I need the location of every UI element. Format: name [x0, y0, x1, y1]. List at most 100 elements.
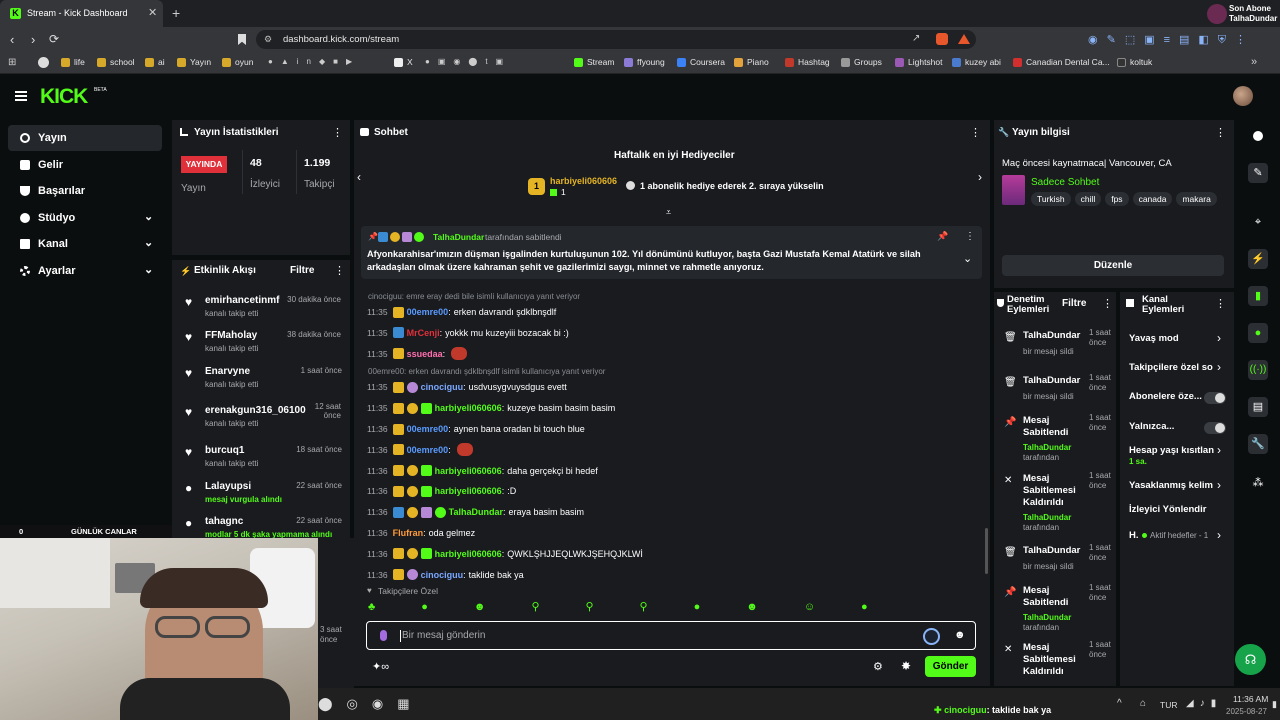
chat-message[interactable]: 11:36 Flufran: oda gelmez — [367, 526, 475, 540]
focus-icon[interactable]: ⌖ — [1248, 212, 1268, 232]
close-icon[interactable]: ✕ — [148, 6, 157, 19]
kick-logo[interactable]: KICK — [40, 85, 88, 109]
bookmark-life[interactable]: life — [61, 57, 85, 67]
bookmark-groups[interactable]: Groups — [841, 57, 882, 67]
more-options-icon[interactable]: ⋮ — [332, 126, 343, 139]
activity-user[interactable]: burcuq1 — [205, 445, 244, 456]
bookmark-koltuk[interactable]: koltuk — [1117, 57, 1152, 67]
nav-studyo[interactable]: Stüdyo ⌄ — [8, 205, 162, 231]
mod-action-by[interactable]: TalhaDundar — [1023, 443, 1071, 452]
chat-message[interactable]: 11:35 harbiyeli060606: kuzeye basim basim … — [367, 401, 615, 415]
edit-button[interactable]: Düzenle — [1002, 255, 1224, 276]
lightning-icon[interactable]: ⚡ — [1248, 249, 1268, 269]
mod-action-by[interactable]: TalhaDundar — [1023, 613, 1071, 622]
bookmark-school[interactable]: school — [97, 57, 135, 67]
mod-action-by[interactable]: TalhaDundar — [1023, 513, 1071, 522]
forward-icon[interactable]: › — [31, 32, 35, 47]
brave-rewards-icon[interactable] — [958, 34, 970, 44]
message-user[interactable]: 00emre00 — [407, 445, 449, 455]
assistant-icon[interactable] — [923, 628, 940, 645]
back-icon[interactable]: ‹ — [10, 32, 14, 47]
extension-icons[interactable]: ◉✎⬚▣≡▤◧⛨⋮ — [1088, 33, 1255, 47]
taskbar-app-icons[interactable]: ⬤◎◉▦ — [318, 696, 424, 712]
tag[interactable]: Turkish — [1031, 192, 1071, 206]
site-info-icon[interactable]: ⚙ — [264, 34, 272, 45]
chat-message[interactable]: 11:36 00emre00: — [367, 443, 473, 457]
message-user[interactable]: cinociguu — [421, 382, 464, 392]
category-name[interactable]: Sadece Sohbet — [1031, 177, 1099, 188]
next-arrow-icon[interactable]: › — [978, 170, 982, 184]
bookmark-icon-row[interactable]: ●▲in◆■▶ — [268, 57, 360, 66]
share-icon[interactable]: ↗ — [912, 33, 920, 44]
chat-message[interactable]: 11:36 cinociguu: taklide bak ya — [367, 568, 524, 582]
tag[interactable]: canada — [1132, 192, 1173, 206]
message-user[interactable]: TalhaDundar — [449, 507, 503, 517]
bookmark-canadian-dental[interactable]: Canadian Dental Ca... — [1013, 57, 1110, 67]
browser-tab[interactable]: K Stream - Kick Dashboard ✕ — [0, 0, 163, 27]
chat-bubble-icon[interactable]: ● — [1248, 323, 1268, 343]
pin-toggle-icon[interactable]: 📌 — [937, 231, 948, 242]
layout-icon[interactable]: ▤ — [1248, 397, 1268, 417]
tag[interactable]: chill — [1074, 192, 1102, 206]
nav-yayin[interactable]: Yayın — [8, 125, 162, 151]
chat-message[interactable]: 11:36 TalhaDundar: eraya basim basim — [367, 505, 584, 519]
address-bar[interactable]: ⚙ dashboard.kick.com/stream ↗ — [256, 30, 976, 49]
send-button[interactable]: Gönder — [925, 656, 976, 677]
mod-filter-button[interactable]: Filtre — [1062, 298, 1086, 309]
chat-settings-icon[interactable]: ⚙ — [873, 660, 883, 673]
user-avatar[interactable] — [1233, 86, 1253, 106]
toggle-switch[interactable] — [1204, 422, 1226, 434]
chrome-icon[interactable] — [38, 57, 49, 68]
tag[interactable]: fps — [1105, 192, 1129, 206]
message-user[interactable]: 00emre00 — [407, 307, 449, 317]
message-user[interactable]: ssuedaa — [407, 349, 443, 359]
chevron-down-icon[interactable]: ⌄ — [963, 252, 972, 265]
chat-message[interactable]: 11:36 harbiyeli060606: QWKLŞHJJEQLWKJŞEHQJ… — [367, 547, 643, 561]
info-circle-icon[interactable] — [1248, 126, 1268, 146]
apps-dots-icon[interactable]: ⁂ — [1248, 473, 1268, 493]
message-user[interactable]: Flufran — [393, 528, 424, 538]
tray-chevron-icon[interactable]: ^ — [1117, 698, 1122, 709]
scroll-down-chat-icon[interactable]: ⩡ — [666, 207, 671, 218]
more-bookmarks-icon[interactable]: » — [1251, 56, 1257, 68]
emoji-icon[interactable]: ☻ — [954, 629, 966, 641]
broadcast-signal-icon[interactable]: ((·)) — [1248, 360, 1268, 380]
message-user[interactable]: harbiyeli060606 — [435, 403, 502, 413]
message-user[interactable]: harbiyeli060606 — [435, 486, 502, 496]
notes-icon[interactable]: ▮ — [1248, 286, 1268, 306]
bookmark-kuzey-abi[interactable]: kuzey abi — [952, 57, 1001, 67]
brave-shield-icon[interactable] — [936, 33, 948, 45]
microphone-icon[interactable] — [380, 630, 387, 641]
tray-icon[interactable]: ⌂ — [1140, 698, 1146, 709]
points-icon[interactable]: ✦∞ — [372, 660, 389, 673]
new-tab-icon[interactable]: + — [172, 5, 180, 21]
more-options-icon[interactable]: ⋮ — [334, 264, 345, 277]
message-user[interactable]: cinociguu — [421, 570, 464, 580]
chat-message[interactable]: 11:36 harbiyeli060606::D — [367, 484, 516, 498]
bookmark-ffyoung[interactable]: ffyoung — [624, 57, 665, 67]
chat-message[interactable]: 11:35 cinociguu: usdvusygvuysdgus evett — [367, 380, 567, 394]
chat-message[interactable]: 11:35 ssuedaa: — [367, 347, 468, 361]
edit-pencil-icon[interactable]: ✎ — [1248, 163, 1268, 183]
chat-message[interactable]: 11:35 MrCenji: yokkk mu kuzeyiii bozacak b… — [367, 326, 569, 340]
apps-icon[interactable]: ⊞ — [8, 57, 16, 68]
chat-message[interactable]: 11:36 harbiyeli060606: daha gerçekçi bi he… — [367, 464, 598, 478]
toggle-switch[interactable] — [1204, 392, 1226, 404]
message-user[interactable]: harbiyeli060606 — [435, 549, 502, 559]
more-options-icon[interactable]: ⋮ — [1102, 297, 1113, 310]
bookmark-piano[interactable]: Piano — [734, 57, 769, 67]
activity-user[interactable]: Lalayupsi — [205, 481, 251, 492]
bookmark-x[interactable]: X — [394, 57, 413, 67]
activity-user[interactable]: emirhancetinmf — [205, 295, 279, 306]
chat-message[interactable]: 11:36 00emre00: aynen bana oradan bi touch… — [367, 422, 585, 436]
nav-kanal[interactable]: Kanal ⌄ — [8, 231, 162, 257]
bookmark-oyun[interactable]: oyun — [222, 57, 253, 67]
more-options-icon[interactable]: ⋮ — [1215, 126, 1226, 139]
activity-filter-button[interactable]: Filtre — [290, 265, 314, 276]
tray-status-icons[interactable]: ◢♪▮ — [1186, 698, 1222, 709]
bookmark-hashtag[interactable]: Hashtag — [785, 57, 830, 67]
activity-user[interactable]: tahagnc — [205, 516, 243, 527]
notification-icon[interactable]: ▮ — [1272, 699, 1277, 710]
tools-icon[interactable]: 🔧 — [1248, 434, 1268, 454]
pinned-message[interactable]: 📌 TalhaDundar tarafından sabitlendi 📌 ⋮ … — [361, 226, 982, 279]
